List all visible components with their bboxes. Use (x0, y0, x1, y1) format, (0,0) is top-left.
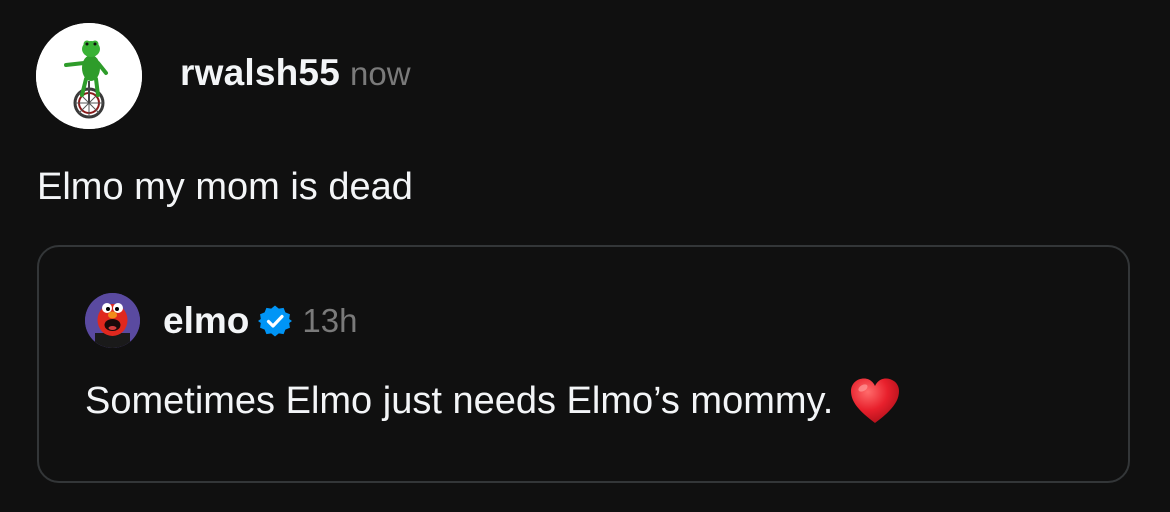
quoted-post-text: Sometimes Elmo just needs Elmo’s mommy. (85, 379, 834, 422)
username[interactable]: rwalsh55 (180, 52, 340, 94)
post-header: rwalsh55 now (180, 52, 411, 100)
quoted-post-card[interactable]: elmo 13h Sometimes Elmo just needs Elmo’… (37, 245, 1130, 483)
post-body-text: Elmo my mom is dead (37, 166, 413, 208)
user-avatar[interactable] (36, 23, 142, 129)
post-timestamp: now (349, 55, 411, 92)
quoted-user-avatar[interactable] (85, 293, 140, 348)
thread-post: rwalsh55 now Elmo my mom is dead elmo 13… (0, 0, 1170, 512)
red-heart-icon (849, 377, 901, 425)
quoted-username[interactable]: elmo (163, 300, 249, 342)
frog-on-unicycle-avatar (36, 23, 142, 129)
verified-badge-icon (258, 304, 293, 338)
quoted-post-body: Sometimes Elmo just needs Elmo’s mommy. (85, 377, 901, 425)
elmo-avatar (85, 293, 140, 348)
quoted-post-timestamp: 13h (302, 302, 358, 339)
quoted-post-header: elmo 13h (163, 297, 357, 345)
